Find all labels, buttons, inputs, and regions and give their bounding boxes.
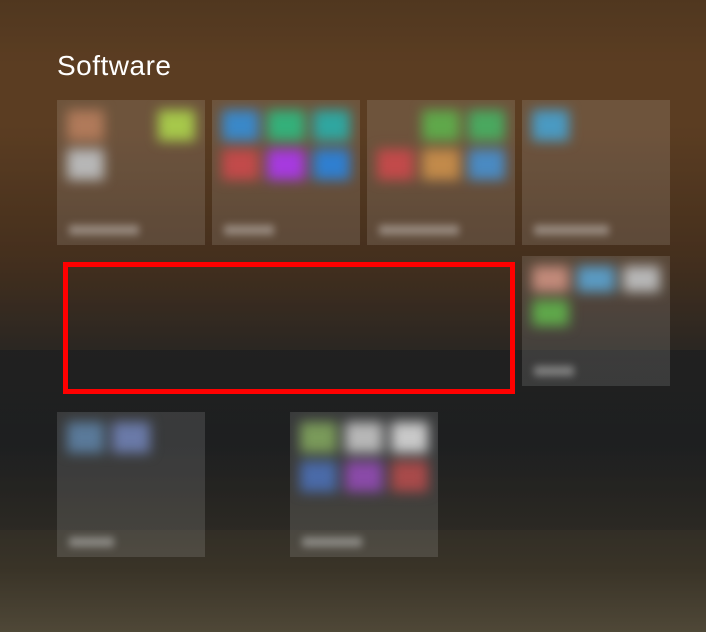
drop-target-highlight[interactable] [63, 262, 515, 394]
folder-tile-6[interactable] [57, 412, 205, 557]
tile-grid [57, 100, 697, 600]
folder-tile-7[interactable] [290, 412, 438, 557]
folder-tile-3[interactable] [367, 100, 515, 245]
group-title-software[interactable]: Software [57, 50, 706, 82]
start-screen: Software [0, 0, 706, 632]
tile-label [302, 537, 362, 547]
tile-label [534, 225, 609, 235]
folder-tile-2[interactable] [212, 100, 360, 245]
folder-tile-5[interactable] [522, 256, 670, 386]
folder-tile-1[interactable] [57, 100, 205, 245]
tile-label [534, 366, 574, 376]
folder-tile-4[interactable] [522, 100, 670, 245]
tile-label [379, 225, 459, 235]
tile-label [69, 537, 114, 547]
tile-label [224, 225, 274, 235]
tile-label [69, 225, 139, 235]
